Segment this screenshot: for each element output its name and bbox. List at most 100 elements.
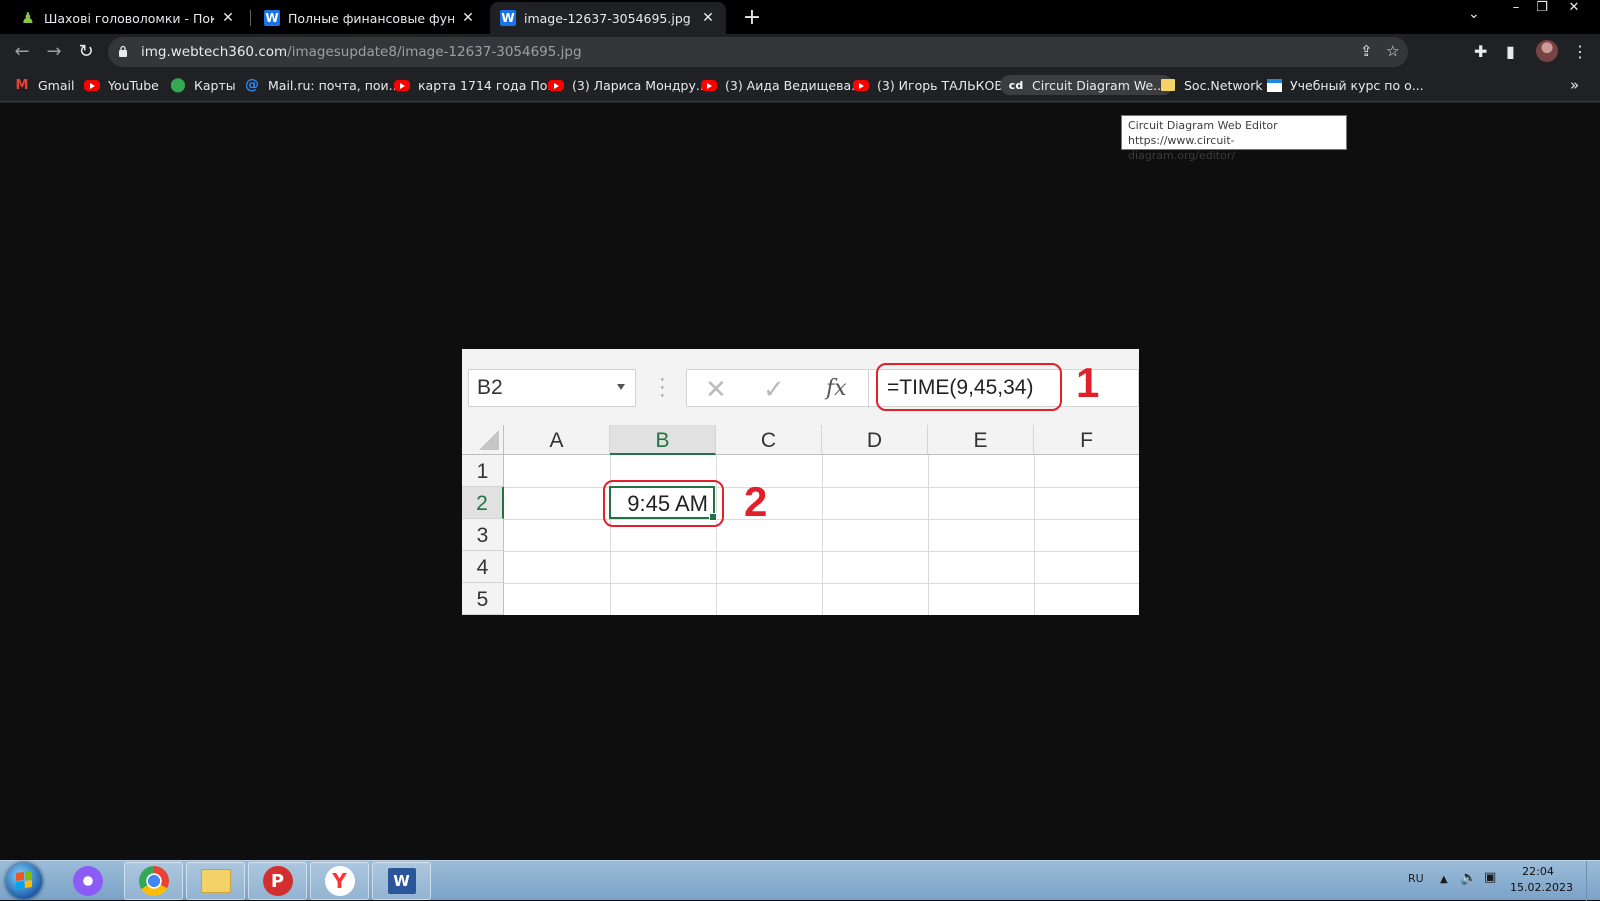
bookmark-larisa[interactable]: (3) Лариса Мондру... bbox=[548, 77, 708, 93]
bookmark-circuit-diagram[interactable]: cd Circuit Diagram We... bbox=[1000, 75, 1174, 95]
taskbar-explorer[interactable] bbox=[186, 862, 245, 900]
bookmark-mailru[interactable]: @ Mail.ru: почта, пои... bbox=[244, 77, 401, 93]
language-indicator[interactable]: RU bbox=[1408, 872, 1424, 885]
youtube-icon bbox=[548, 77, 564, 93]
side-panel-icon[interactable]: ▮ bbox=[1506, 42, 1515, 61]
grid-line bbox=[504, 551, 1139, 552]
taskbar-yandex[interactable]: Y bbox=[310, 862, 369, 900]
tab-strip: ♟ Шахові головоломки - Покращ ✕ W Полные… bbox=[0, 0, 1600, 34]
bookmark-label: Circuit Diagram We... bbox=[1032, 77, 1166, 93]
callout-number-1: 1 bbox=[1076, 359, 1100, 406]
window-close-button[interactable]: ✕ bbox=[1560, 0, 1588, 18]
bookmark-aida[interactable]: (3) Аида Ведищева... bbox=[701, 77, 863, 93]
extensions-puzzle-icon[interactable]: ✚ bbox=[1474, 42, 1487, 61]
reload-icon[interactable]: ↻ bbox=[74, 40, 98, 64]
bookmarks-overflow-icon[interactable]: » bbox=[1570, 76, 1579, 94]
share-icon[interactable]: ⇪ bbox=[1360, 42, 1373, 60]
bookmark-soc-network[interactable]: Soc.Network bbox=[1160, 77, 1263, 93]
taskbar-chrome[interactable] bbox=[124, 862, 183, 900]
bookmark-maps[interactable]: ⬤ Карты bbox=[170, 77, 236, 93]
chess-pawn-icon: ♟ bbox=[21, 9, 35, 27]
restore-button[interactable]: ❐ bbox=[1528, 0, 1556, 18]
cancel-x-icon: ✕ bbox=[705, 374, 727, 404]
bookmark-karta[interactable]: карта 1714 года По... bbox=[394, 77, 559, 93]
minimize-button[interactable]: – bbox=[1502, 0, 1530, 18]
profile-avatar[interactable] bbox=[1536, 40, 1558, 62]
url-host: img.webtech360.com bbox=[141, 44, 288, 60]
tooltip-url: https://www.circuit-diagram.org/editor/ bbox=[1128, 134, 1236, 162]
column-header: F bbox=[1034, 425, 1139, 455]
lock-icon bbox=[119, 45, 127, 57]
bookmark-label: Mail.ru: почта, пои... bbox=[268, 77, 401, 93]
gmail-icon: M bbox=[15, 77, 29, 93]
back-arrow-icon[interactable]: ← bbox=[10, 40, 34, 64]
tab-search-chevron-icon[interactable]: ⌄ bbox=[1468, 6, 1480, 22]
callout-box-cell bbox=[603, 480, 724, 527]
grid-line bbox=[1034, 455, 1035, 615]
tab-title: Полные финансовые функции bbox=[288, 10, 454, 26]
grid-line bbox=[928, 455, 929, 615]
forward-arrow-icon[interactable]: → bbox=[42, 40, 66, 64]
grid-line bbox=[822, 455, 823, 615]
taskbar-word[interactable]: W bbox=[372, 862, 431, 900]
tab-chess[interactable]: ♟ Шахові головоломки - Покращ ✕ bbox=[10, 2, 246, 34]
name-box-value: B2 bbox=[477, 376, 503, 399]
bookmark-label: Soc.Network bbox=[1184, 77, 1263, 93]
displayed-image-excel-screenshot: B2 · · · ✕ ✓ fx =TIME(9,45,34) 1 A B C D E… bbox=[462, 349, 1139, 615]
bookmark-label: (3) Игорь ТАЛЬКОВ... bbox=[877, 77, 1015, 93]
browser-window: ♟ Шахові головоломки - Покращ ✕ W Полные… bbox=[0, 0, 1600, 103]
menu-kebab-icon[interactable]: ⋮ bbox=[1572, 42, 1588, 61]
youtube-icon bbox=[84, 77, 100, 93]
address-bar[interactable]: img.webtech360.com/imagesupdate8/image-1… bbox=[108, 37, 1408, 67]
close-icon[interactable]: ✕ bbox=[460, 10, 476, 26]
tray-expand-icon[interactable]: ▲ bbox=[1440, 874, 1448, 885]
name-box: B2 bbox=[468, 369, 636, 407]
grid-line bbox=[716, 455, 717, 615]
show-desktop-button[interactable] bbox=[1586, 861, 1600, 901]
column-header: C bbox=[716, 425, 822, 455]
row-header: 3 bbox=[462, 519, 504, 551]
pocket-p-icon: P bbox=[262, 866, 293, 896]
close-icon[interactable]: ✕ bbox=[700, 10, 716, 26]
tab-title: Шахові головоломки - Покращ bbox=[44, 10, 214, 26]
youtube-icon bbox=[394, 77, 410, 93]
bookmark-igor[interactable]: (3) Игорь ТАЛЬКОВ... bbox=[853, 77, 1015, 93]
taskbar-pocket[interactable]: P bbox=[248, 862, 307, 900]
taskbar-alice[interactable] bbox=[58, 862, 117, 900]
alice-icon bbox=[72, 866, 103, 896]
volume-icon[interactable]: 🔈 bbox=[1460, 870, 1477, 886]
bookmark-youtube[interactable]: YouTube bbox=[84, 77, 159, 93]
formula-bar: B2 · · · ✕ ✓ fx =TIME(9,45,34) 1 bbox=[462, 349, 1139, 425]
row-header: 5 bbox=[462, 583, 504, 615]
yandex-browser-icon: Y bbox=[324, 866, 355, 896]
fx-icon: fx bbox=[826, 376, 847, 401]
url-path: /imagesupdate8/image-12637-3054695.jpg bbox=[287, 44, 582, 60]
clock[interactable]: 22:04 15.02.2023 bbox=[1510, 864, 1573, 896]
tab-finance[interactable]: W Полные финансовые функции ✕ bbox=[254, 2, 486, 34]
grid-line bbox=[504, 519, 1139, 520]
network-icon[interactable]: ▣ bbox=[1484, 870, 1496, 885]
maps-icon: ⬤ bbox=[170, 77, 186, 93]
bookmark-label: Карты bbox=[194, 77, 236, 93]
youtube-icon bbox=[853, 77, 869, 93]
word-icon: W bbox=[387, 868, 416, 894]
callout-box-formula bbox=[876, 363, 1062, 411]
chrome-icon bbox=[138, 866, 169, 896]
bookmark-gmail[interactable]: M Gmail bbox=[14, 77, 75, 93]
tab-image-active[interactable]: W image-12637-3054695.jpg (680× ✕ bbox=[490, 2, 726, 34]
mailru-icon: @ bbox=[245, 77, 259, 93]
star-icon[interactable]: ☆ bbox=[1386, 42, 1399, 60]
grid-line bbox=[504, 487, 1139, 488]
toolbar: ← → ↻ img.webtech360.com/imagesupdate8/i… bbox=[0, 34, 1600, 70]
bookmark-course[interactable]: Учебный курс по о... bbox=[1266, 77, 1424, 93]
url-text: img.webtech360.com/imagesupdate8/image-1… bbox=[141, 44, 582, 60]
close-icon[interactable]: ✕ bbox=[220, 10, 236, 26]
windows-taskbar: P Y W RU ▲ 🔈 ▣ 22:04 15.02.2023 bbox=[0, 860, 1600, 901]
new-tab-button[interactable]: + bbox=[738, 4, 766, 32]
bookmark-label: Учебный курс по о... bbox=[1290, 77, 1424, 93]
bookmark-label: Gmail bbox=[38, 77, 75, 93]
bookmark-label: (3) Лариса Мондру... bbox=[572, 77, 708, 93]
explorer-icon bbox=[200, 869, 231, 893]
row-header: 1 bbox=[462, 455, 504, 487]
column-header: D bbox=[822, 425, 928, 455]
